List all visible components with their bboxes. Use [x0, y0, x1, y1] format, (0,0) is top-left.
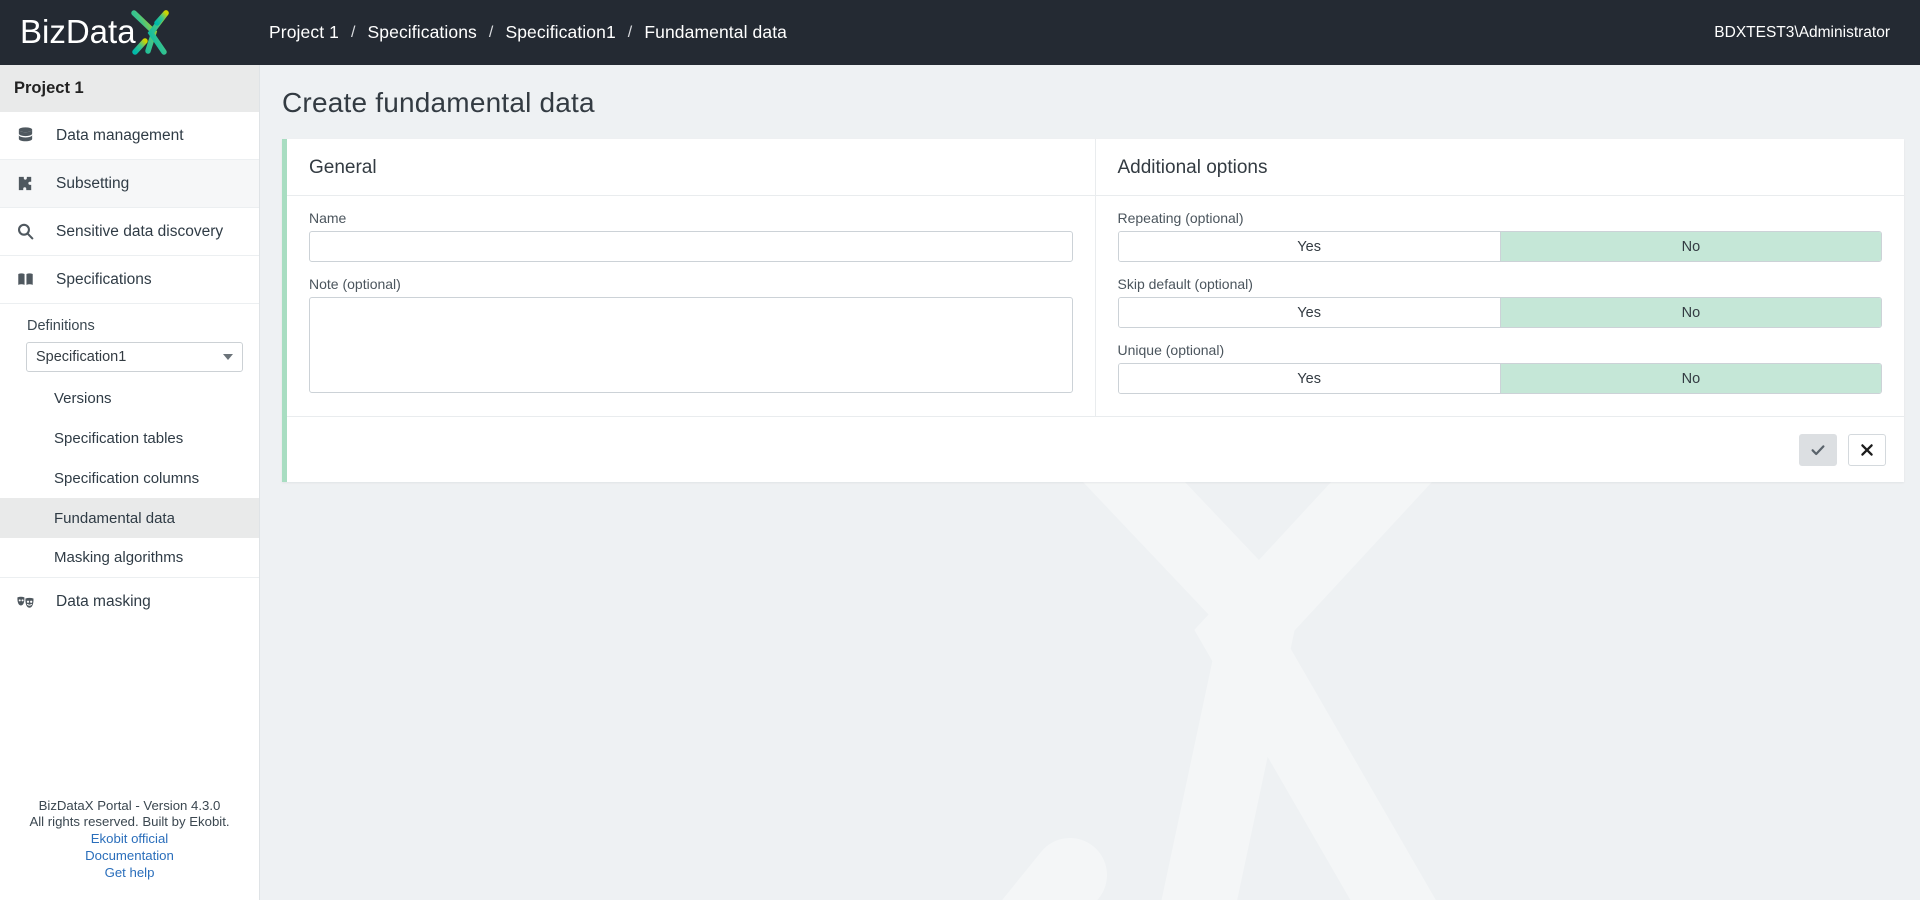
sidebar: Project 1 Data management Subsetting Sen… [0, 65, 260, 900]
confirm-button[interactable] [1799, 433, 1837, 466]
skip-default-toggle-group: Yes No [1117, 297, 1882, 328]
general-panel: General Name Note (optional) [287, 139, 1096, 416]
name-field-block: Name [309, 210, 1073, 262]
unique-yes-button[interactable]: Yes [1118, 364, 1500, 393]
sidebar-subitem-label: Specification columns [54, 469, 200, 487]
masks-icon [16, 593, 46, 612]
name-label: Name [309, 210, 347, 226]
sidebar-item-fundamental-data[interactable]: Fundamental data [0, 498, 259, 538]
sidebar-item-specifications[interactable]: Specifications [0, 256, 259, 304]
sidebar-item-masking-algorithms[interactable]: Masking algorithms [0, 538, 259, 578]
sidebar-item-label: Data management [56, 126, 184, 144]
sidebar-item-data-masking[interactable]: Data masking [0, 578, 259, 626]
sidebar-item-subsetting[interactable]: Subsetting [0, 160, 259, 208]
repeating-field-block: Repeating (optional) Yes No [1117, 210, 1882, 262]
note-field-block: Note (optional) [309, 276, 1073, 398]
main-content: Create fundamental data General Name Not… [260, 65, 1920, 900]
unique-label: Unique (optional) [1117, 342, 1225, 358]
footer-link-get-help[interactable]: Get help [0, 865, 259, 882]
sidebar-subitem-label: Fundamental data [54, 509, 175, 527]
puzzle-piece-icon [16, 174, 46, 193]
skip-default-label: Skip default (optional) [1117, 276, 1253, 292]
breadcrumb: Project 1 / Specifications / Specificati… [269, 22, 787, 43]
app-logo[interactable]: BizData [0, 0, 260, 65]
fundamental-data-form-card: General Name Note (optional) Additional … [282, 139, 1904, 482]
magnifier-icon [16, 222, 46, 241]
unique-toggle-group: Yes No [1117, 363, 1882, 394]
sidebar-project-title: Project 1 [0, 65, 259, 112]
breadcrumb-separator: / [350, 23, 356, 41]
chevron-down-icon [223, 354, 233, 360]
breadcrumb-item-specification1[interactable]: Specification1 [505, 22, 615, 43]
repeating-toggle-group: Yes No [1117, 231, 1882, 262]
sidebar-subitem-label: Specification tables [54, 429, 184, 447]
repeating-yes-button[interactable]: Yes [1118, 232, 1500, 261]
sidebar-subitem-label: Versions [54, 389, 112, 407]
skip-default-yes-button[interactable]: Yes [1118, 298, 1500, 327]
note-textarea[interactable] [309, 297, 1073, 393]
breadcrumb-item-project[interactable]: Project 1 [269, 22, 339, 43]
sidebar-subitem-label: Masking algorithms [54, 549, 184, 566]
footer-link-documentation[interactable]: Documentation [0, 848, 259, 865]
skip-default-field-block: Skip default (optional) Yes No [1117, 276, 1882, 328]
repeating-label: Repeating (optional) [1117, 210, 1244, 226]
footer-rights: All rights reserved. Built by Ekobit. [29, 814, 230, 830]
skip-default-no-button[interactable]: No [1499, 298, 1881, 327]
top-bar: BizData Project 1 / Specifications / Spe… [0, 0, 1920, 65]
sidebar-item-specification-columns[interactable]: Specification columns [0, 458, 259, 498]
check-icon [1811, 444, 1825, 455]
note-label: Note (optional) [309, 276, 401, 292]
form-card-footer [287, 416, 1904, 482]
cancel-button[interactable] [1848, 433, 1886, 466]
breadcrumb-separator: / [627, 23, 633, 41]
sidebar-footer: BizDataX Portal - Version 4.3.0 All righ… [0, 798, 259, 900]
sidebar-item-data-management[interactable]: Data management [0, 112, 259, 160]
breadcrumb-item-specifications[interactable]: Specifications [368, 22, 477, 43]
sidebar-item-label: Specifications [56, 270, 152, 288]
unique-field-block: Unique (optional) Yes No [1117, 342, 1882, 394]
additional-options-heading: Additional options [1095, 139, 1904, 196]
close-icon [1861, 443, 1873, 456]
current-user-label[interactable]: BDXTEST3\Administrator [1714, 24, 1890, 42]
svg-text:BizData: BizData [20, 13, 136, 50]
sidebar-item-specification-tables[interactable]: Specification tables [0, 418, 259, 458]
footer-link-ekobit-official[interactable]: Ekobit official [0, 831, 259, 848]
sidebar-item-label: Data masking [56, 593, 151, 611]
sidebar-item-sensitive-data-discovery[interactable]: Sensitive data discovery [0, 208, 259, 256]
book-icon [16, 270, 46, 289]
repeating-no-button[interactable]: No [1499, 232, 1881, 261]
specification-select-value: Specification1 [36, 349, 127, 365]
unique-no-button[interactable]: No [1499, 364, 1881, 393]
additional-options-panel: Additional options Repeating (optional) … [1095, 139, 1905, 416]
definitions-label: Definitions [27, 318, 95, 334]
sidebar-item-versions[interactable]: Versions [0, 378, 259, 418]
additional-options-body: Repeating (optional) Yes No Skip default… [1096, 196, 1905, 412]
page-title: Create fundamental data [282, 87, 595, 118]
form-card-body: General Name Note (optional) Additional … [287, 139, 1904, 416]
bizdatax-logo-icon: BizData [20, 9, 169, 55]
general-panel-heading: General [287, 139, 1095, 196]
breadcrumb-separator: / [488, 23, 494, 41]
footer-version: BizDataX Portal - Version 4.3.0 [38, 797, 221, 813]
breadcrumb-item-fundamental-data[interactable]: Fundamental data [644, 22, 787, 43]
specification-select[interactable]: Specification1 [26, 342, 243, 372]
name-input[interactable] [309, 231, 1073, 262]
database-icon [16, 126, 46, 145]
sidebar-item-label: Sensitive data discovery [56, 222, 224, 240]
sidebar-item-label: Subsetting [56, 174, 130, 192]
general-panel-body: Name Note (optional) [287, 196, 1095, 416]
